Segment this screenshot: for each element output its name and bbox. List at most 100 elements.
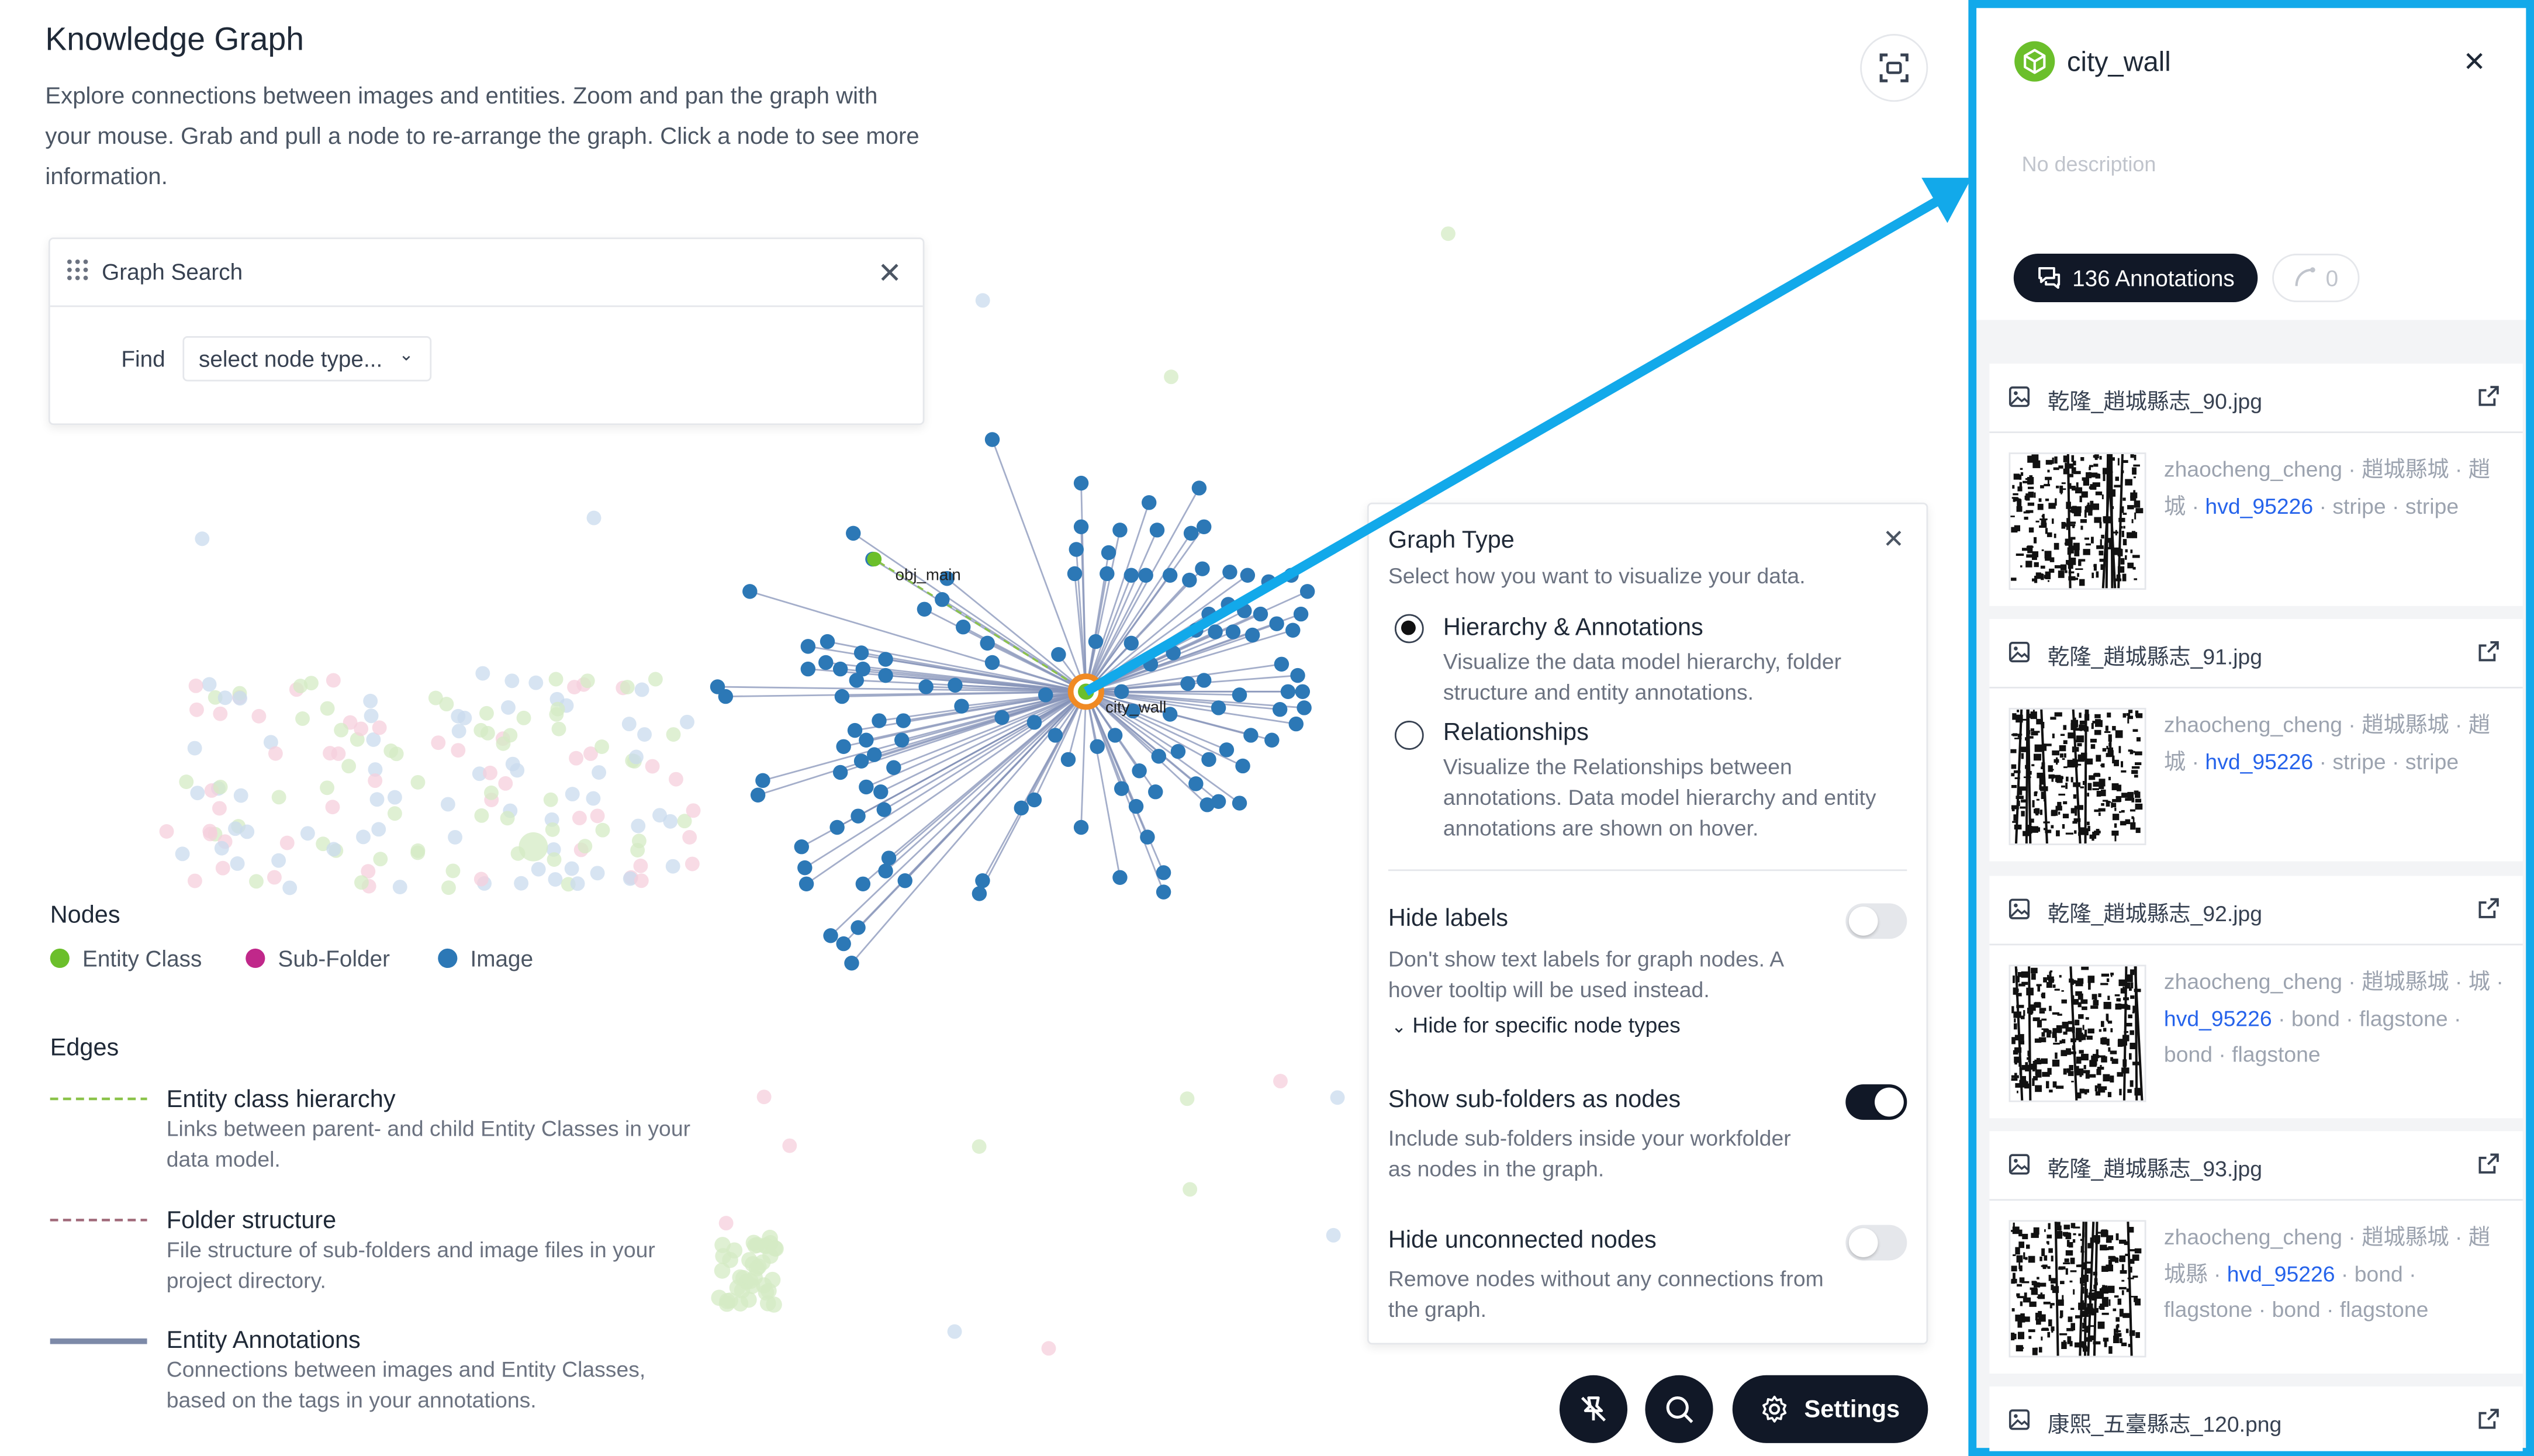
- image-node[interactable]: [1295, 684, 1311, 700]
- image-node[interactable]: [954, 698, 969, 714]
- image-node[interactable]: [1232, 796, 1247, 811]
- image-node[interactable]: [872, 713, 887, 728]
- subfolders-toggle[interactable]: [1845, 1084, 1907, 1120]
- image-node[interactable]: [1264, 732, 1280, 748]
- search-button[interactable]: [1645, 1375, 1713, 1443]
- image-node[interactable]: [1199, 797, 1215, 812]
- radio-hierarchy[interactable]: [1394, 614, 1424, 644]
- image-node[interactable]: [851, 808, 866, 824]
- source-link[interactable]: hvd_95226: [2164, 1006, 2272, 1030]
- close-icon[interactable]: ✕: [877, 258, 902, 288]
- image-node[interactable]: [1243, 728, 1259, 743]
- image-node[interactable]: [972, 886, 987, 901]
- image-node[interactable]: [1219, 742, 1235, 758]
- image-node[interactable]: [1140, 829, 1155, 845]
- image-node[interactable]: [1211, 700, 1226, 715]
- image-node[interactable]: [994, 710, 1010, 725]
- image-node[interactable]: [1112, 523, 1128, 538]
- image-node[interactable]: [829, 819, 845, 835]
- image-node[interactable]: [755, 773, 770, 788]
- image-node[interactable]: [1293, 606, 1309, 622]
- entity-node-obj-main[interactable]: [867, 552, 882, 567]
- image-thumbnail[interactable]: [2008, 452, 2146, 590]
- image-node[interactable]: [846, 525, 861, 541]
- image-node[interactable]: [1014, 800, 1029, 816]
- image-node[interactable]: [851, 920, 866, 935]
- image-node[interactable]: [1166, 645, 1181, 660]
- image-node[interactable]: [1073, 475, 1089, 491]
- image-thumbnail[interactable]: [2008, 1220, 2146, 1358]
- image-node[interactable]: [1272, 701, 1288, 717]
- annotations-button[interactable]: 136 Annotations: [2013, 254, 2258, 302]
- image-node[interactable]: [832, 661, 848, 677]
- image-node[interactable]: [1201, 752, 1216, 767]
- close-icon[interactable]: ✕: [2463, 48, 2485, 78]
- image-node[interactable]: [935, 592, 950, 607]
- image-node[interactable]: [855, 661, 871, 677]
- image-node[interactable]: [794, 839, 810, 855]
- image-node[interactable]: [876, 802, 892, 817]
- image-node[interactable]: [897, 873, 912, 888]
- image-node[interactable]: [1280, 684, 1296, 700]
- image-node[interactable]: [1090, 739, 1105, 755]
- image-node[interactable]: [1196, 519, 1212, 535]
- drag-handle-icon[interactable]: [66, 258, 89, 281]
- image-node[interactable]: [1060, 752, 1076, 767]
- external-link-icon[interactable]: [2477, 1152, 2500, 1175]
- radio-relationships[interactable]: [1394, 721, 1424, 750]
- image-node[interactable]: [1222, 564, 1237, 580]
- image-node[interactable]: [866, 747, 882, 762]
- image-node[interactable]: [1069, 542, 1084, 557]
- image-node[interactable]: [1221, 597, 1236, 612]
- image-node[interactable]: [859, 779, 874, 795]
- image-node[interactable]: [1073, 519, 1089, 535]
- image-node[interactable]: [1048, 728, 1063, 743]
- image-node[interactable]: [980, 635, 995, 651]
- image-node[interactable]: [1114, 781, 1129, 796]
- image-node[interactable]: [1208, 624, 1223, 639]
- image-node[interactable]: [1156, 865, 1171, 880]
- image-node[interactable]: [1156, 884, 1171, 900]
- hide-specific-node-types[interactable]: ⌄ Hide for specific node types: [1391, 1013, 1680, 1037]
- image-node[interactable]: [836, 936, 851, 952]
- image-node[interactable]: [1299, 584, 1315, 599]
- image-node[interactable]: [1269, 616, 1284, 631]
- image-node[interactable]: [832, 765, 848, 780]
- image-node[interactable]: [1290, 668, 1305, 683]
- image-node[interactable]: [1026, 792, 1042, 808]
- image-thumbnail[interactable]: [2008, 964, 2146, 1102]
- image-node[interactable]: [1088, 634, 1104, 649]
- image-node[interactable]: [1297, 700, 1312, 715]
- image-node[interactable]: [1123, 568, 1139, 583]
- source-link[interactable]: hvd_95226: [2205, 494, 2313, 518]
- image-node[interactable]: [1237, 603, 1252, 618]
- image-node[interactable]: [881, 850, 897, 866]
- image-node[interactable]: [820, 634, 835, 649]
- source-link[interactable]: hvd_95226: [2205, 749, 2313, 773]
- image-node[interactable]: [948, 677, 963, 693]
- image-node[interactable]: [1196, 673, 1212, 688]
- image-node[interactable]: [894, 732, 910, 748]
- close-icon[interactable]: ✕: [1883, 527, 1904, 556]
- image-node[interactable]: [1143, 656, 1159, 672]
- image-node[interactable]: [1123, 635, 1139, 651]
- image-node[interactable]: [1183, 525, 1199, 541]
- annotation-list-item[interactable]: 乾隆_趙城縣志_92.jpg zhaocheng_cheng · 趙城縣城 · 城…: [1989, 876, 2523, 1119]
- image-node[interactable]: [1141, 495, 1157, 510]
- relations-button[interactable]: 0: [2272, 254, 2360, 302]
- image-node[interactable]: [1101, 545, 1116, 561]
- image-node[interactable]: [1026, 715, 1042, 730]
- image-node[interactable]: [1253, 606, 1268, 622]
- image-node[interactable]: [1240, 568, 1256, 583]
- unconnected-toggle[interactable]: [1845, 1225, 1907, 1261]
- annotation-list-item[interactable]: 乾隆_趙城縣志_91.jpg zhaocheng_cheng · 趙城縣城 · 趙…: [1989, 618, 2523, 862]
- source-link[interactable]: hvd_95226: [2227, 1261, 2335, 1285]
- image-node[interactable]: [1128, 798, 1144, 814]
- image-thumbnail[interactable]: [2008, 707, 2146, 845]
- image-node[interactable]: [917, 601, 932, 617]
- image-node[interactable]: [896, 713, 911, 728]
- annotation-list-item[interactable]: 乾隆_趙城縣志_90.jpg zhaocheng_cheng · 趙城縣城 · 趙…: [1989, 364, 2523, 606]
- image-node[interactable]: [798, 876, 814, 892]
- option-hierarchy-label[interactable]: Hierarchy & Annotations: [1443, 614, 1703, 642]
- image-node[interactable]: [1288, 716, 1304, 732]
